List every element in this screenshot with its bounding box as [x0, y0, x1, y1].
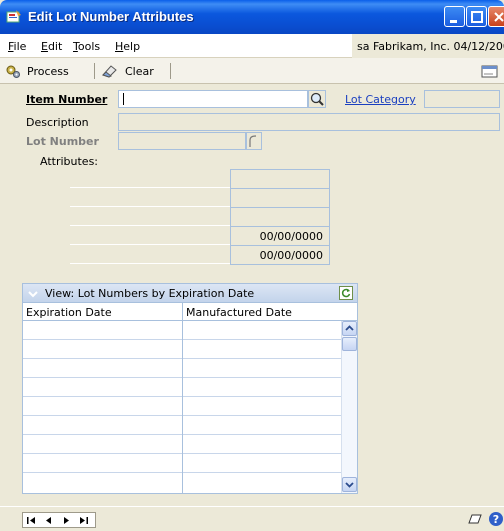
- scroll-up-button[interactable]: [342, 321, 357, 336]
- refresh-icon: [341, 288, 351, 298]
- svg-text:?: ?: [493, 513, 499, 526]
- attribute-label-row: [70, 207, 230, 226]
- lot-category-link[interactable]: Lot Category: [345, 93, 416, 106]
- attribute-value-date-1[interactable]: 00/00/0000: [230, 227, 330, 246]
- process-button[interactable]: Process: [5, 62, 69, 80]
- vertical-scrollbar[interactable]: [341, 321, 357, 493]
- note-icon[interactable]: [466, 511, 484, 527]
- attribute-label-row: [70, 169, 230, 188]
- scroll-down-button[interactable]: [342, 477, 357, 492]
- toolbar-separator: [170, 63, 171, 79]
- attribute-value-1[interactable]: [230, 170, 330, 189]
- form-area: Item Number Lot Category Description Lot…: [0, 85, 504, 500]
- attribute-value-2[interactable]: [230, 189, 330, 208]
- first-record-icon[interactable]: [26, 515, 38, 526]
- minimize-icon: [450, 20, 457, 23]
- attribute-label-row: [70, 188, 230, 207]
- menu-edit[interactable]: Edit: [41, 40, 62, 53]
- chevron-down-icon[interactable]: [27, 288, 39, 300]
- lookup-curl-icon: [249, 135, 257, 147]
- close-icon: [494, 12, 504, 22]
- title-bar[interactable]: Edit Lot Number Attributes: [0, 0, 504, 34]
- maximize-icon: [471, 11, 483, 23]
- next-record-icon[interactable]: [60, 515, 72, 526]
- attributes-label: Attributes:: [40, 155, 99, 168]
- app-icon: [6, 10, 21, 23]
- user-company-date: sa Fabrikam, Inc. 04/12/2007: [352, 34, 504, 58]
- lot-category-field: [424, 90, 500, 108]
- status-bar: ?: [0, 506, 504, 531]
- lot-numbers-view: View: Lot Numbers by Expiration Date Exp…: [22, 283, 358, 494]
- last-record-icon[interactable]: [77, 515, 89, 526]
- item-number-field[interactable]: [118, 90, 308, 108]
- chevron-up-icon: [345, 325, 354, 331]
- menu-tools[interactable]: Tools: [73, 40, 100, 53]
- menu-help[interactable]: Help: [115, 40, 140, 53]
- attribute-value-date-2[interactable]: 00/00/0000: [230, 246, 330, 265]
- chevron-down-icon: [345, 482, 354, 488]
- toolbar-separator: [94, 63, 95, 79]
- eraser-icon: [102, 65, 117, 78]
- lot-number-label: Lot Number: [26, 135, 99, 148]
- item-lookup-button[interactable]: [308, 90, 326, 108]
- view-header: View: Lot Numbers by Expiration Date: [23, 284, 357, 303]
- lot-number-lookup-button[interactable]: [246, 132, 262, 150]
- close-button[interactable]: [488, 6, 504, 27]
- record-navigation: [22, 512, 96, 528]
- refresh-button[interactable]: [339, 286, 353, 300]
- window: Edit Lot Number Attributes File Edit Too…: [0, 0, 504, 531]
- gears-icon: [6, 65, 20, 78]
- column-divider: [182, 303, 183, 493]
- menu-file[interactable]: File: [8, 40, 26, 53]
- previous-record-icon[interactable]: [43, 515, 55, 526]
- column-header-spacer: [341, 303, 357, 321]
- clear-label: Clear: [125, 64, 154, 78]
- window-notes-icon[interactable]: [481, 63, 499, 79]
- scroll-thumb[interactable]: [342, 337, 357, 351]
- minimize-button[interactable]: [444, 6, 465, 27]
- view-title[interactable]: View: Lot Numbers by Expiration Date: [45, 287, 254, 300]
- clear-button[interactable]: Clear: [101, 62, 154, 80]
- lot-number-field[interactable]: [118, 132, 246, 150]
- help-icon[interactable]: ?: [488, 511, 504, 527]
- window-title: Edit Lot Number Attributes: [28, 9, 194, 24]
- attribute-value-3[interactable]: [230, 208, 330, 227]
- attribute-label-row: [70, 226, 230, 245]
- text-cursor: [123, 93, 124, 105]
- column-header-manufactured-date[interactable]: Manufactured Date: [183, 303, 341, 321]
- item-number-label[interactable]: Item Number: [26, 93, 107, 106]
- toolbar: Process Clear: [0, 58, 504, 84]
- magnifier-icon: [310, 92, 324, 106]
- description-label: Description: [26, 116, 89, 129]
- process-label: Process: [27, 64, 69, 78]
- maximize-button[interactable]: [466, 6, 487, 27]
- attribute-label-row: [70, 245, 230, 264]
- description-field: [118, 113, 500, 131]
- column-header-expiration-date[interactable]: Expiration Date: [23, 303, 183, 321]
